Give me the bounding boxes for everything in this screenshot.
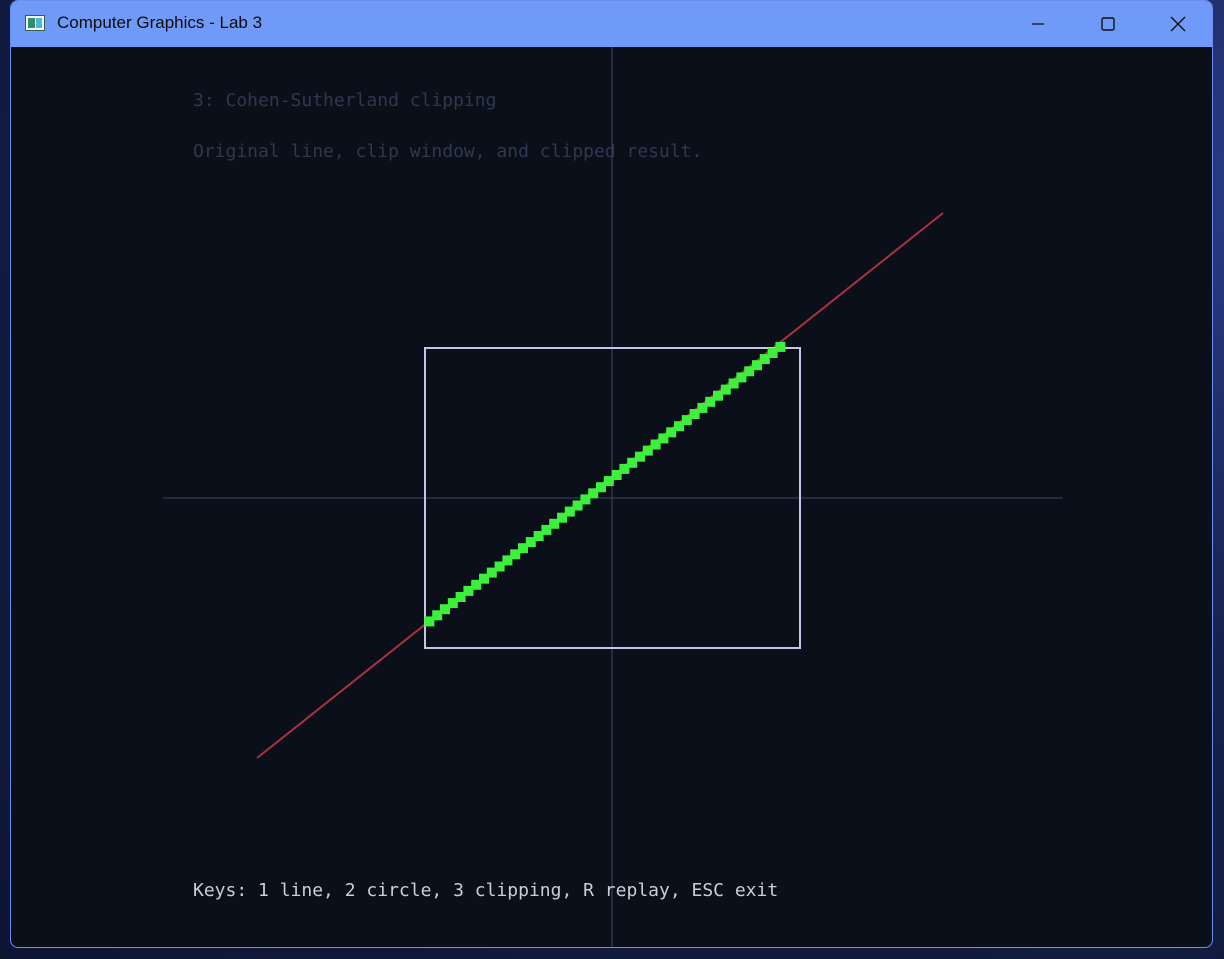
title-bar[interactable]: Computer Graphics - Lab 3 — [11, 1, 1212, 47]
scene-heading: 3: Cohen-Sutherland clipping — [193, 90, 497, 111]
drawing-canvas[interactable]: 3: Cohen-Sutherland clipping Original li… — [11, 47, 1212, 947]
scene-graphics — [163, 47, 1063, 947]
app-icon — [25, 15, 45, 31]
close-button[interactable] — [1143, 1, 1212, 47]
keys-help: Keys: 1 line, 2 circle, 3 clipping, R re… — [193, 880, 779, 901]
window-title: Computer Graphics - Lab 3 — [57, 13, 263, 32]
clipped-line-pixel — [775, 341, 786, 352]
scene-subheading: Original line, clip window, and clipped … — [193, 141, 703, 162]
minimize-icon — [1032, 23, 1044, 25]
app-window: Computer Graphics - Lab 3 3: Cohen-Suthe… — [10, 0, 1213, 948]
minimize-button[interactable] — [1003, 1, 1073, 47]
maximize-icon — [1101, 17, 1115, 31]
clipped-line — [424, 341, 786, 627]
close-icon — [1170, 16, 1186, 32]
maximize-button[interactable] — [1073, 1, 1143, 47]
